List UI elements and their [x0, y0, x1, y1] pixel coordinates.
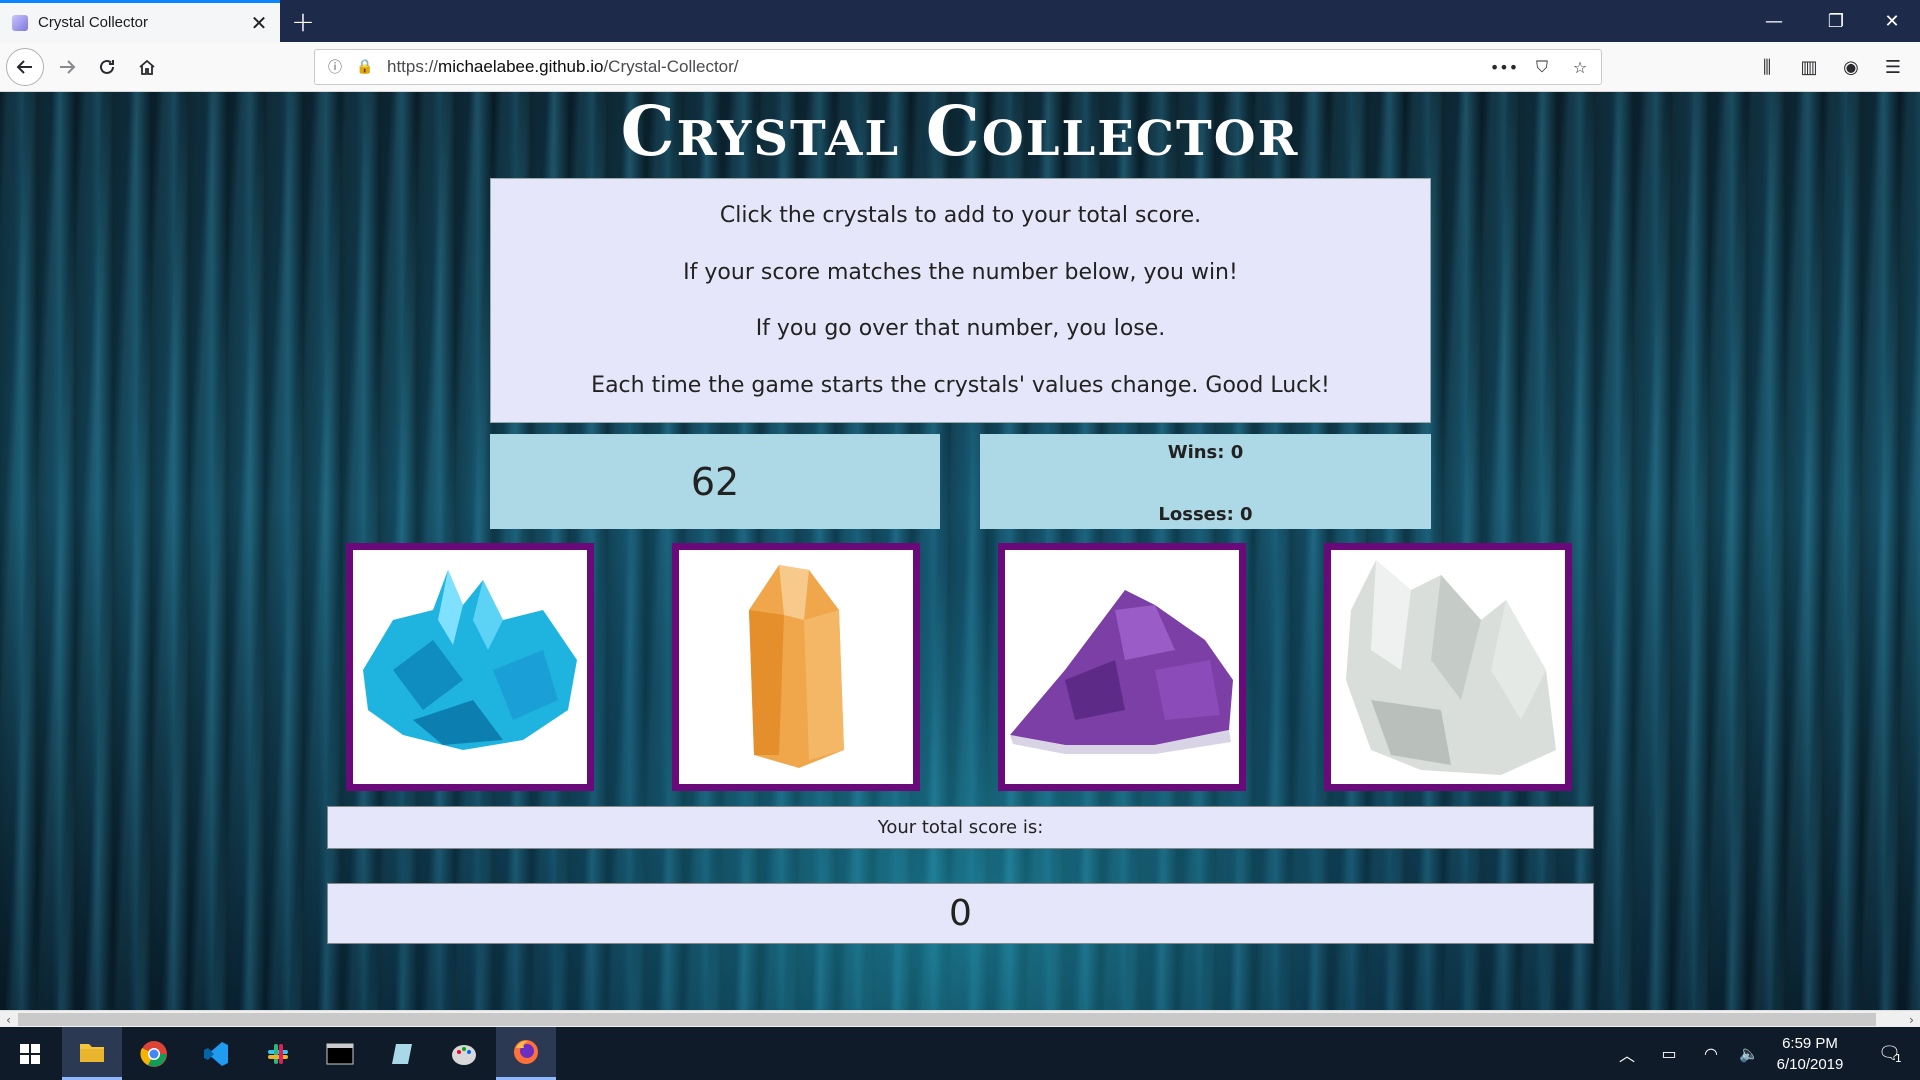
taskbar-slack[interactable] — [248, 1027, 308, 1080]
minimize-window-button[interactable]: — — [1746, 0, 1802, 42]
close-tab-icon[interactable]: ✕ — [244, 8, 274, 38]
clear-crystal-image — [1331, 550, 1565, 784]
taskbar-notes-app[interactable] — [372, 1027, 432, 1080]
notes-app-icon — [392, 1043, 412, 1064]
url-bar[interactable]: ⓘ 🔒 https://michaelabee.github.io/Crysta… — [314, 49, 1602, 85]
home-button[interactable] — [130, 50, 164, 84]
notification-count: 1 — [1894, 1052, 1902, 1065]
pocket-icon[interactable]: ⛉ — [1529, 54, 1555, 80]
reload-icon — [100, 59, 114, 74]
taskbar-paint-app[interactable] — [434, 1027, 494, 1080]
url-text: https://michaelabee.github.io/Crystal-Co… — [387, 57, 739, 76]
scroll-left-arrow-icon[interactable]: ‹ — [0, 1011, 17, 1028]
instructions-panel: Click the crystals to add to your total … — [490, 178, 1431, 423]
clear-crystal-button[interactable] — [1324, 543, 1572, 791]
target-number-panel: 62 — [490, 434, 940, 529]
back-arrow-icon — [16, 60, 32, 74]
scrollbar-thumb[interactable] — [18, 1013, 1876, 1026]
total-score-panel: 0 — [327, 883, 1594, 944]
taskbar: ︿ ▭ ◠ 🔈 6:59 PM 6/10/2019 🗨 1 — [0, 1027, 1920, 1080]
blue-crystal-button[interactable] — [346, 543, 594, 791]
folder-icon — [80, 1044, 104, 1062]
clock-time: 6:59 PM — [1782, 1035, 1838, 1052]
bookmark-star-icon[interactable]: ☆ — [1567, 54, 1593, 80]
slack-icon — [268, 1043, 288, 1064]
close-window-button[interactable]: ✕ — [1864, 0, 1920, 42]
start-button[interactable] — [0, 1027, 60, 1080]
total-score-value: 0 — [949, 893, 972, 934]
wifi-icon[interactable]: ◠ — [1696, 1027, 1726, 1080]
purple-crystal-button[interactable] — [998, 543, 1246, 791]
wins-count: Wins: 0 — [1167, 442, 1244, 463]
purple-crystal-image — [1005, 550, 1239, 784]
action-center-notification-icon[interactable]: 🗨 1 — [1868, 1027, 1912, 1080]
scroll-right-arrow-icon[interactable]: › — [1903, 1011, 1920, 1028]
horizontal-scrollbar[interactable]: ‹ › — [0, 1010, 1920, 1027]
instruction-line: Each time the game starts the crystals' … — [591, 373, 1330, 399]
battery-icon[interactable]: ▭ — [1654, 1027, 1684, 1080]
browser-tab[interactable]: Crystal Collector ✕ — [0, 0, 280, 42]
page-viewport: Crystal Collector Click the crystals to … — [0, 92, 1920, 1010]
chrome-icon — [140, 1040, 167, 1067]
reload-button[interactable] — [90, 50, 124, 84]
forward-arrow-icon — [60, 60, 76, 74]
sidebar-icon[interactable]: ▥ — [1792, 50, 1826, 84]
new-tab-button[interactable]: + — [286, 4, 320, 38]
windows-logo-icon — [20, 1043, 40, 1064]
show-hidden-icons-chevron-icon[interactable]: ︿ — [1612, 1027, 1642, 1080]
terminal-icon — [326, 1043, 354, 1064]
instruction-line: If you go over that number, you lose. — [755, 316, 1166, 342]
tab-favicon-icon — [12, 14, 28, 31]
orange-crystal-image — [679, 550, 913, 784]
site-info-icon[interactable]: ⓘ — [325, 57, 345, 77]
tab-title: Crystal Collector — [38, 14, 149, 31]
browser-navbar: ⓘ 🔒 https://michaelabee.github.io/Crysta… — [0, 42, 1920, 92]
win-loss-panel: Wins: 0 Losses: 0 — [980, 434, 1431, 529]
vscode-icon — [204, 1041, 228, 1066]
lock-warning-icon[interactable]: 🔒 — [355, 57, 375, 77]
taskbar-chrome[interactable] — [124, 1027, 184, 1080]
blue-crystal-image — [353, 550, 587, 784]
target-number: 62 — [690, 459, 740, 504]
firefox-icon — [514, 1040, 538, 1064]
restore-window-button[interactable]: ❐ — [1808, 0, 1864, 42]
taskbar-file-explorer[interactable] — [62, 1027, 122, 1080]
taskbar-firefox[interactable] — [496, 1027, 556, 1080]
back-button[interactable] — [6, 48, 44, 86]
page-title: Crystal Collector — [620, 92, 1300, 172]
orange-crystal-button[interactable] — [672, 543, 920, 791]
paint-palette-icon — [452, 1044, 476, 1065]
instruction-line: If your score matches the number below, … — [683, 259, 1238, 285]
score-label-panel: Your total score is: — [327, 806, 1594, 849]
page-actions-icon[interactable]: ••• — [1490, 54, 1518, 80]
menu-icon[interactable]: ☰ — [1876, 50, 1910, 84]
taskbar-clock[interactable]: 6:59 PM 6/10/2019 — [1760, 1033, 1860, 1075]
clock-date: 6/10/2019 — [1776, 1056, 1844, 1073]
home-icon — [139, 59, 155, 75]
library-icon[interactable]: ⫼ — [1750, 50, 1784, 84]
instruction-line: Click the crystals to add to your total … — [719, 202, 1202, 228]
taskbar-vscode[interactable] — [186, 1027, 246, 1080]
account-icon[interactable]: ◉ — [1834, 50, 1868, 84]
losses-count: Losses: 0 — [1158, 504, 1253, 525]
score-label: Your total score is: — [877, 817, 1044, 838]
browser-titlebar: Crystal Collector ✕ + — ❐ ✕ — [0, 0, 1920, 42]
taskbar-terminal[interactable] — [310, 1027, 370, 1080]
forward-button[interactable] — [50, 50, 84, 84]
